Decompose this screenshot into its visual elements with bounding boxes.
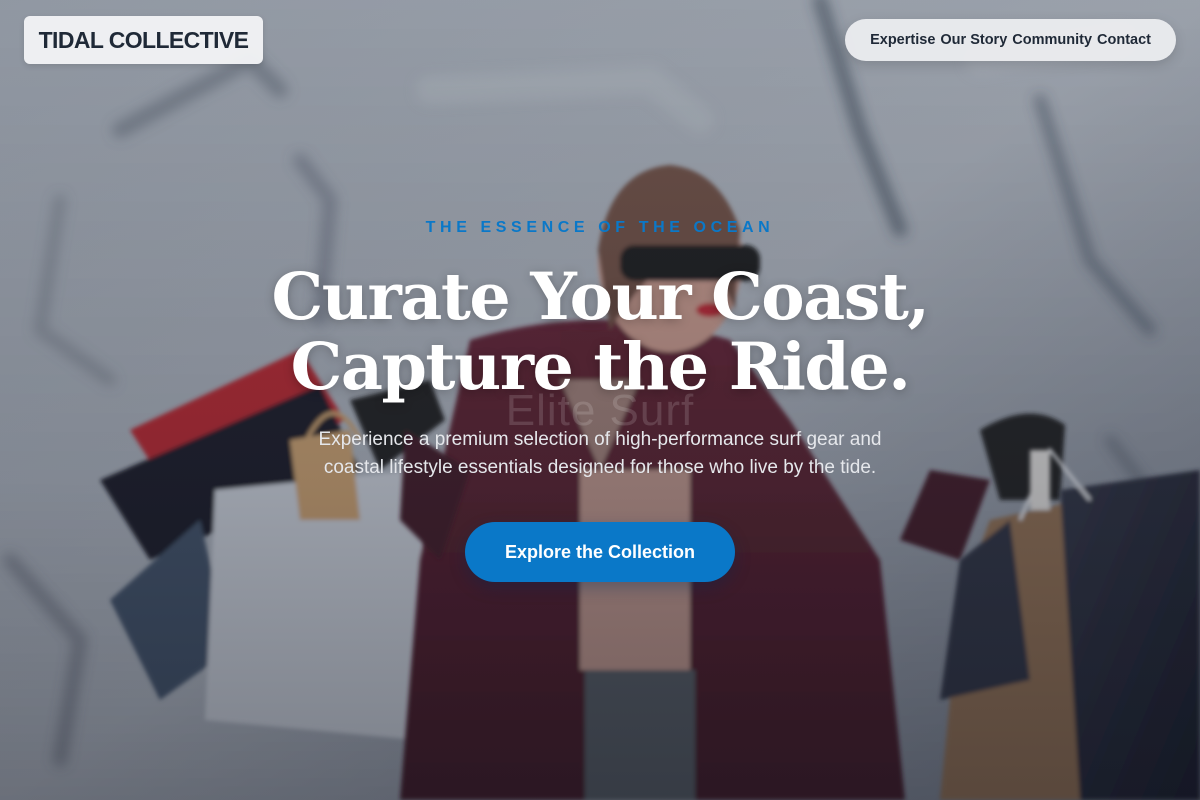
hero-headline-line-1: Curate Your Coast, bbox=[271, 259, 930, 335]
nav-link-our-story[interactable]: Our Story bbox=[940, 32, 1007, 48]
main-navigation: Expertise Our Story Community Contact bbox=[845, 19, 1176, 61]
hero-section: TIDAL COLLECTIVE Expertise Our Story Com… bbox=[0, 0, 1200, 800]
hero-headline-line-2: Capture the Ride. bbox=[290, 329, 911, 405]
hero-description-line-2: coastal lifestyle essentials designed fo… bbox=[323, 457, 877, 478]
brand-logo[interactable]: TIDAL COLLECTIVE bbox=[24, 16, 263, 64]
hero-headline: Curate Your Coast, Capture the Ride. bbox=[0, 262, 1200, 402]
nav-link-community[interactable]: Community bbox=[1012, 32, 1092, 48]
hero-eyebrow: THE ESSENCE OF THE OCEAN bbox=[425, 219, 775, 236]
hero-description: Experience a premium selection of high-p… bbox=[260, 426, 940, 482]
hero-description-line-1: Experience a premium selection of high-p… bbox=[318, 429, 882, 450]
nav-link-expertise[interactable]: Expertise bbox=[870, 32, 935, 48]
explore-collection-button[interactable]: Explore the Collection bbox=[465, 522, 735, 582]
brand-logo-text: TIDAL COLLECTIVE bbox=[38, 26, 249, 53]
nav-link-contact[interactable]: Contact bbox=[1097, 32, 1151, 48]
